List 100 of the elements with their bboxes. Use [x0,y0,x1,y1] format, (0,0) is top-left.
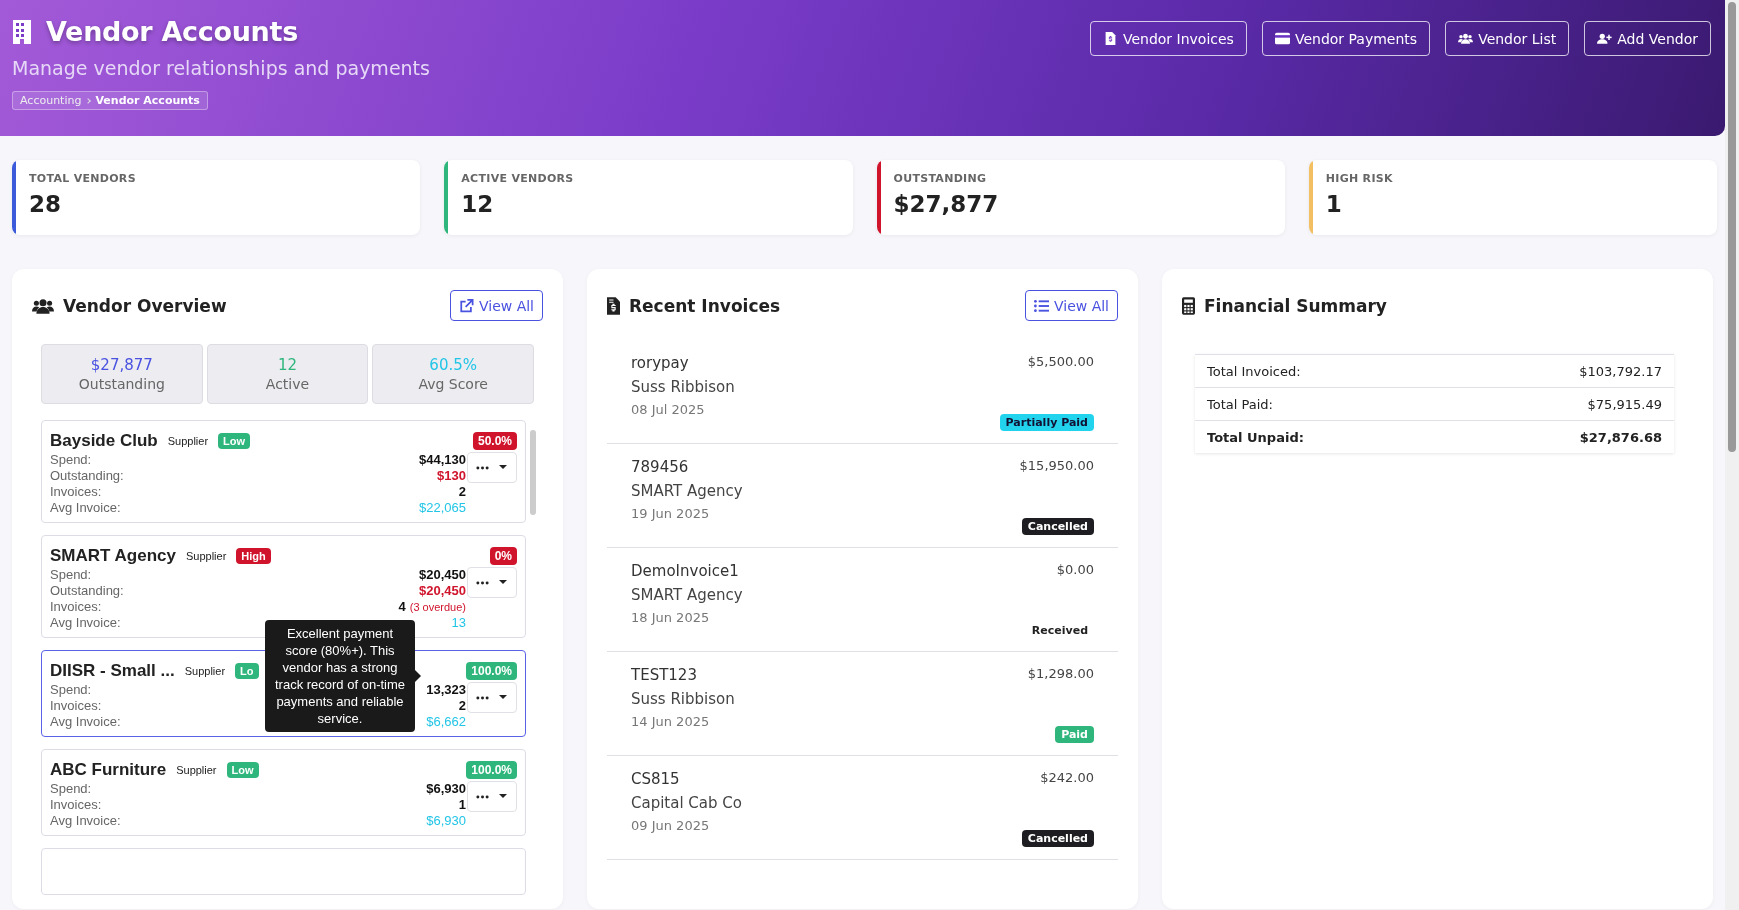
metric-label: Avg Invoice: [50,500,121,516]
vendor-name: ABC Furniture [50,760,167,780]
vendor-name: SMART Agency [50,546,176,566]
metric-value: 2 [458,484,466,500]
metric-label: Invoices: [50,484,102,500]
invoice-icon [607,296,620,315]
metric-value: 13 [451,615,466,631]
metric-label: Avg Invoice: [50,714,121,730]
invoice-row[interactable]: 789456 SMART Agency 19 Jun 2025 $15,950.00 Cancelled [607,444,1118,548]
metric-label: Invoices: [50,797,102,813]
vendor-type: Supplier [176,764,217,776]
add-user-icon [1597,32,1613,45]
stat-value: 1 [1325,191,1343,217]
invoice-row[interactable]: DemoInvoice1 SMART Agency 18 Jun 2025 $0.00 Received [607,548,1118,652]
view-all-button[interactable]: View All [449,290,543,321]
view-all-button[interactable]: View All [1024,290,1118,321]
summary-value: 12 [277,356,298,374]
panel-title: Financial Summary [1204,295,1387,316]
metric-label: Spend: [50,567,92,583]
more-icon [476,580,489,585]
vendor-name: Suss Ribbison [631,378,735,396]
actions-dropdown[interactable] [467,781,517,812]
users-icon [1458,32,1474,45]
vendor-type: Supplier [185,550,227,562]
metric-label: Outstanding: [50,583,124,599]
summary-label: Total Invoiced: [1195,354,1450,388]
metric-value: $130 [437,468,466,484]
vendor-type: Supplier [167,435,209,447]
stat-label: ACTIVE VENDORS [461,172,574,185]
stat-value: 12 [461,191,495,217]
panel-title: Vendor Overview [63,295,227,316]
actions-dropdown[interactable] [467,452,517,483]
invoice-number: CS815 [631,770,681,788]
invoice-amount: $1,298.00 [1027,666,1094,681]
caret-icon [499,580,507,585]
invoice-amount: $5,500.00 [1027,354,1094,369]
invoice-row[interactable]: TEST123 Suss Ribbison 14 Jun 2025 $1,298.00 Paid [607,652,1118,756]
metric-label: Spend: [50,682,92,698]
invoice-date: 14 Jun 2025 [631,714,711,729]
metric-value: $44,130 [419,452,466,468]
vendor-name: Suss Ribbison [631,690,735,708]
more-icon [476,465,489,470]
summary-value: 60.5% [429,356,477,374]
metric-label: Invoices: [50,698,102,714]
vendor-card[interactable]: Bayside Club Supplier Low 50.0% Spend: $44,130 Outstanding: $130 Invoices: 2 Avg Invoice: $22,065 [41,420,526,523]
risk-badge: Low [218,433,251,449]
metric-value: $20,450 [419,583,466,599]
stat-label: HIGH RISK [1325,172,1393,185]
caret-icon [499,465,507,470]
summary-amount: $27,876.68 [1449,420,1674,453]
status-badge: Cancelled [1021,830,1094,847]
invoice-amount: $0.00 [1056,562,1094,577]
metric-label: Spend: [50,781,92,797]
summary-amount: $103,792.17 [1449,354,1674,388]
caret-icon [499,794,507,799]
metric-label: Outstanding: [50,468,124,484]
calculator-icon [1182,296,1195,315]
stat-value: 28 [29,191,62,217]
invoice-date: 09 Jun 2025 [631,818,711,833]
actions-dropdown[interactable] [467,567,517,598]
header-button[interactable]: Vendor Invoices [1089,21,1247,56]
invoice-amount: $242.00 [1040,770,1094,785]
stat-label: TOTAL VENDORS [29,172,136,185]
risk-badge: Lo [235,663,259,679]
credit-card-icon [1274,32,1290,45]
summary-amount: $75,915.49 [1449,387,1674,421]
vendor-name: Bayside Club [50,431,158,451]
invoice-date: 19 Jun 2025 [631,506,711,521]
summary-value: $27,877 [90,356,153,374]
page-title: Vendor Accounts [46,16,298,47]
page-scrollbar[interactable] [1725,0,1739,910]
more-icon [476,695,489,700]
summary-label: Total Unpaid: [1195,420,1450,453]
header-button[interactable]: Add Vendor [1584,21,1711,56]
metric-label: Avg Invoice: [50,615,121,631]
metric-value: 4 [398,599,406,615]
header-button[interactable]: Vendor List [1445,21,1570,56]
score-badge: 0% [489,547,517,565]
invoice-date: 18 Jun 2025 [631,610,711,625]
vendor-type: Supplier [184,665,226,677]
status-badge: Partially Paid [999,414,1094,431]
vendor-name: Capital Cab Co [631,794,742,812]
invoice-number: rorypay [631,354,690,372]
invoice-number: 789456 [631,458,690,476]
caret-icon [499,695,507,700]
invoice-row[interactable]: CS815 Capital Cab Co 09 Jun 2025 $242.00 Cancelled [607,756,1118,860]
summary-label: Avg Score [418,376,488,392]
actions-dropdown[interactable] [467,682,517,713]
stat-value: $27,877 [893,191,999,217]
metric-label: Spend: [50,452,92,468]
breadcrumb-current: Vendor Accounts [95,94,200,107]
metric-label: Invoices: [50,599,102,615]
stat-label: OUTSTANDING [893,172,988,185]
invoice-date: 08 Jul 2025 [631,402,706,417]
vendor-card[interactable]: ABC Furniture Supplier Low 100.0% Spend: $6,930 Invoices: 1 Avg Invoice: $6,930 [41,749,526,836]
summary-label: Active [265,376,310,392]
panel-title: Recent Invoices [629,295,781,316]
metric-label: Avg Invoice: [50,813,121,829]
invoice-row[interactable]: rorypay Suss Ribbison 08 Jul 2025 $5,500.00 Partially Paid [607,340,1118,444]
header-button[interactable]: Vendor Payments [1261,21,1431,56]
